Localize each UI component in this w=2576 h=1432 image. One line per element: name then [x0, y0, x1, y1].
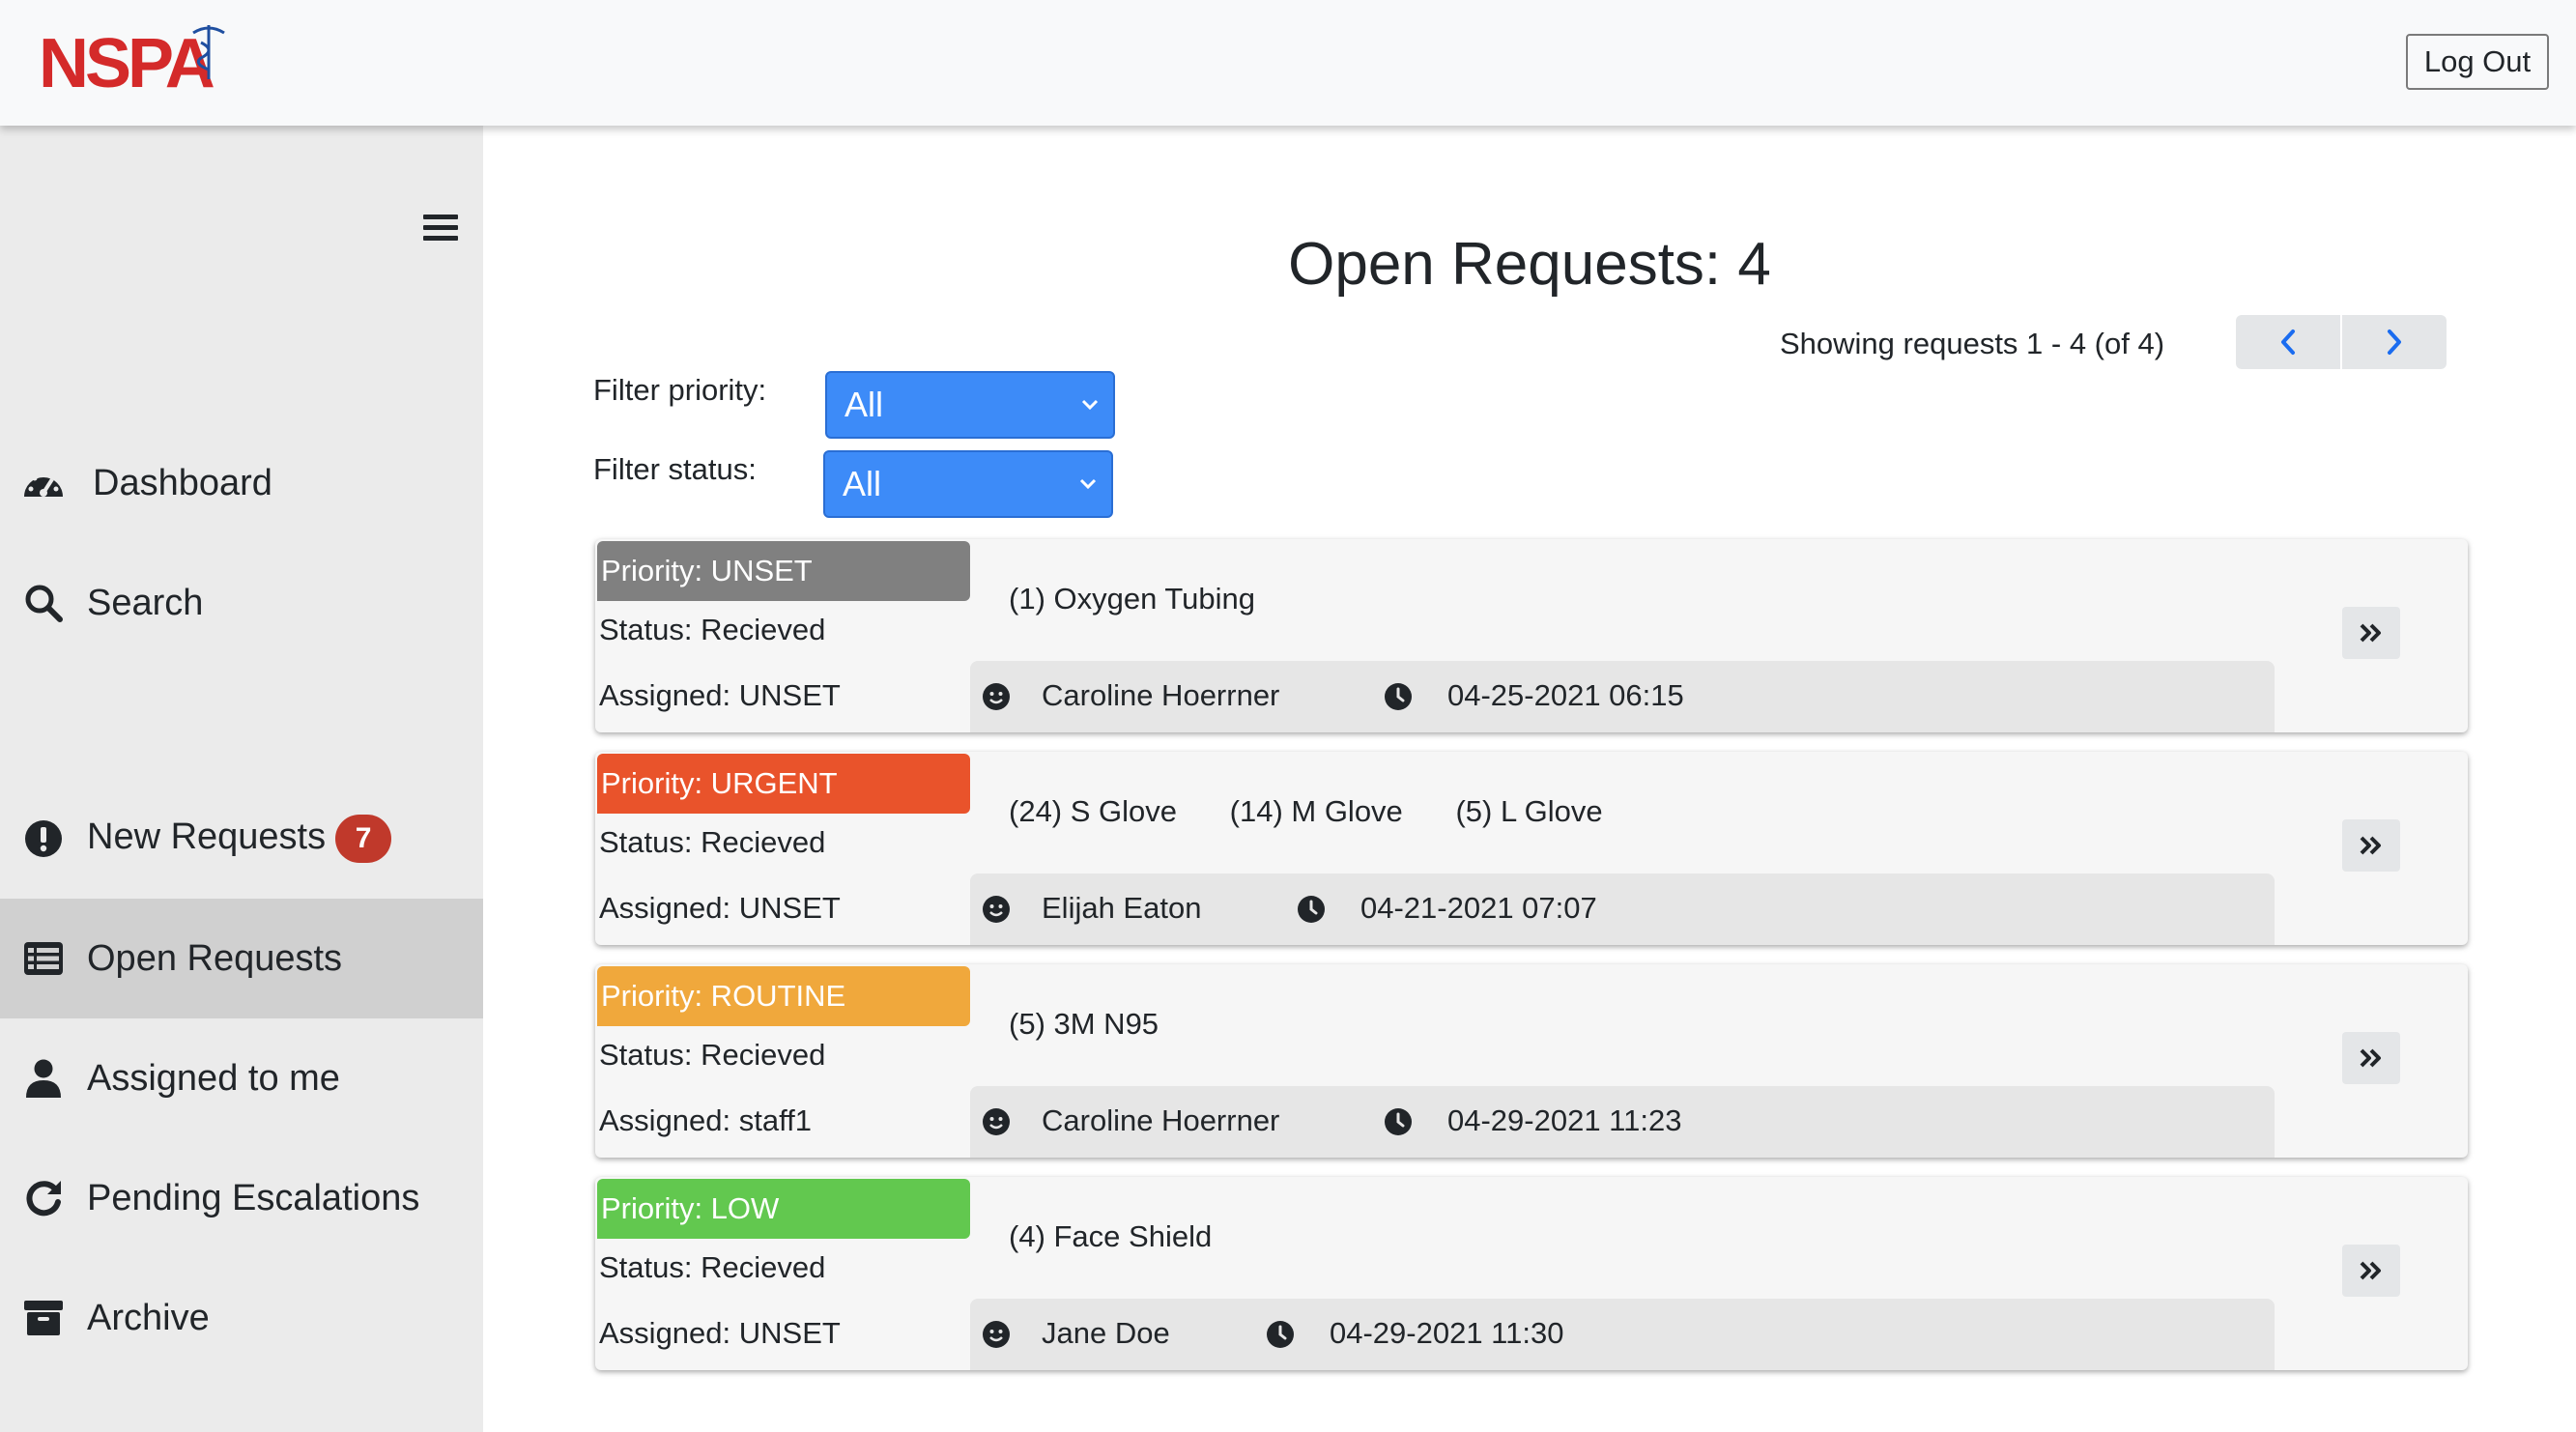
request-items: (1) Oxygen Tubing	[1009, 582, 1300, 616]
sidebar-item-label: New Requests 7	[87, 815, 392, 863]
request-meta: Jane Doe 04-29-2021 11:30	[970, 1299, 2275, 1370]
double-chevron-right-icon	[2360, 1261, 2381, 1280]
new-requests-label: New Requests	[87, 816, 327, 858]
pagination-summary: Showing requests 1 - 4 (of 4)	[1780, 327, 2165, 360]
priority-tag: Priority: LOW	[597, 1179, 970, 1239]
double-chevron-right-icon	[2360, 623, 2381, 643]
request-assigned: Assigned: UNSET	[599, 891, 841, 925]
chevron-right-icon	[2388, 329, 2401, 355]
chevron-down-icon	[1079, 478, 1097, 490]
list-icon	[21, 936, 66, 981]
top-navbar: NSPA Log Out	[0, 0, 2576, 126]
request-card[interactable]: Priority: URGENT Status: Recieved Assign…	[595, 752, 2468, 945]
requester-name: Caroline Hoerrner	[1042, 1103, 1280, 1137]
clock-icon	[1385, 683, 1412, 710]
exclamation-icon	[21, 816, 66, 861]
double-chevron-right-icon	[2360, 1048, 2381, 1068]
request-card[interactable]: Priority: ROUTINE Status: Recieved Assig…	[595, 964, 2468, 1158]
sidebar-item-label: Pending Escalations	[87, 1177, 420, 1218]
clock-icon	[1385, 1108, 1412, 1135]
request-meta: Caroline Hoerrner 04-25-2021 06:15	[970, 661, 2275, 732]
request-items: (4) Face Shield	[1009, 1219, 1256, 1254]
filter-priority-select[interactable]: All	[825, 371, 1115, 439]
request-assigned: Assigned: staff1	[599, 1103, 813, 1137]
request-status: Status: Recieved	[599, 1038, 826, 1072]
request-items: (24) S Glove (14) M Glove (5) L Glove	[1009, 794, 1647, 829]
page-title: Open Requests: 4	[1288, 231, 1771, 298]
user-icon	[21, 1056, 66, 1101]
sidebar-item-label: Search	[87, 582, 204, 623]
priority-tag: Priority: URGENT	[597, 754, 970, 814]
request-item: (1) Oxygen Tubing	[1009, 582, 1256, 616]
clock-icon	[1298, 896, 1325, 923]
dashboard-icon	[21, 461, 66, 505]
clock-icon	[1267, 1321, 1294, 1348]
request-meta: Caroline Hoerrner 04-29-2021 11:23	[970, 1086, 2275, 1158]
filter-priority-value: All	[844, 385, 884, 424]
filter-priority-label: Filter priority:	[593, 373, 767, 407]
sidebar-item-archive[interactable]: Archive	[0, 1258, 483, 1378]
request-card[interactable]: Priority: LOW Status: Recieved Assigned:…	[595, 1177, 2468, 1370]
requester-name: Caroline Hoerrner	[1042, 678, 1280, 712]
request-datetime: 04-25-2021 06:15	[1447, 678, 1684, 712]
request-item: (4) Face Shield	[1009, 1219, 1213, 1253]
request-item: (5) L Glove	[1455, 794, 1603, 828]
next-page-button[interactable]	[2342, 315, 2447, 369]
filter-status-select[interactable]: All	[823, 450, 1113, 518]
svg-text:NSPA: NSPA	[39, 25, 215, 95]
priority-tag: Priority: ROUTINE	[597, 966, 970, 1026]
smile-icon	[983, 896, 1010, 923]
request-assigned: Assigned: UNSET	[599, 678, 841, 712]
new-requests-count-badge: 7	[335, 815, 392, 863]
sidebar-item-label: Assigned to me	[87, 1057, 340, 1099]
chevron-down-icon	[1081, 399, 1099, 411]
request-status: Status: Recieved	[599, 613, 826, 646]
sidebar-item-pending-escalations[interactable]: Pending Escalations	[0, 1138, 483, 1258]
sidebar-item-assigned-to-me[interactable]: Assigned to me	[0, 1018, 483, 1138]
previous-page-button[interactable]	[2236, 315, 2340, 369]
hamburger-menu-icon[interactable]	[423, 215, 458, 245]
open-request-button[interactable]	[2342, 819, 2400, 872]
request-datetime: 04-21-2021 07:07	[1360, 891, 1597, 925]
sidebar: Dashboard Search New Requests 7 Open Req…	[0, 126, 483, 1432]
open-request-button[interactable]	[2342, 1245, 2400, 1297]
chevron-left-icon	[2281, 329, 2295, 355]
nspa-logo[interactable]: NSPA	[39, 21, 261, 102]
priority-tag: Priority: UNSET	[597, 541, 970, 601]
open-request-button[interactable]	[2342, 1032, 2400, 1084]
sidebar-item-new-requests[interactable]: New Requests 7	[0, 779, 483, 899]
request-item: (24) S Glove	[1009, 794, 1178, 828]
request-card[interactable]: Priority: UNSET Status: Recieved Assigne…	[595, 539, 2468, 732]
filter-status-value: All	[843, 464, 882, 503]
sidebar-item-label: Archive	[87, 1297, 210, 1338]
request-items: (5) 3M N95	[1009, 1007, 1203, 1042]
request-item: (14) M Glove	[1229, 794, 1403, 828]
sidebar-item-label: Open Requests	[87, 937, 343, 979]
request-status: Status: Recieved	[599, 825, 826, 859]
sidebar-item-search[interactable]: Search	[0, 543, 483, 663]
request-datetime: 04-29-2021 11:23	[1447, 1103, 1682, 1137]
smile-icon	[983, 1108, 1010, 1135]
smile-icon	[983, 1321, 1010, 1348]
archive-icon	[21, 1296, 66, 1340]
requester-name: Jane Doe	[1042, 1316, 1170, 1350]
logout-button[interactable]: Log Out	[2406, 34, 2549, 90]
request-datetime: 04-29-2021 11:30	[1330, 1316, 1564, 1350]
requester-name: Elijah Eaton	[1042, 891, 1202, 925]
sidebar-item-dashboard[interactable]: Dashboard	[0, 423, 483, 543]
sidebar-item-open-requests[interactable]: Open Requests	[0, 899, 483, 1018]
filter-status-label: Filter status:	[593, 452, 757, 486]
double-chevron-right-icon	[2360, 836, 2381, 855]
request-item: (5) 3M N95	[1009, 1007, 1159, 1041]
request-status: Status: Recieved	[599, 1250, 826, 1284]
open-request-button[interactable]	[2342, 607, 2400, 659]
sidebar-item-label: Dashboard	[93, 462, 272, 503]
request-meta: Elijah Eaton 04-21-2021 07:07	[970, 874, 2275, 945]
search-icon	[21, 581, 66, 625]
redo-icon	[21, 1176, 66, 1220]
smile-icon	[983, 683, 1010, 710]
request-assigned: Assigned: UNSET	[599, 1316, 841, 1350]
